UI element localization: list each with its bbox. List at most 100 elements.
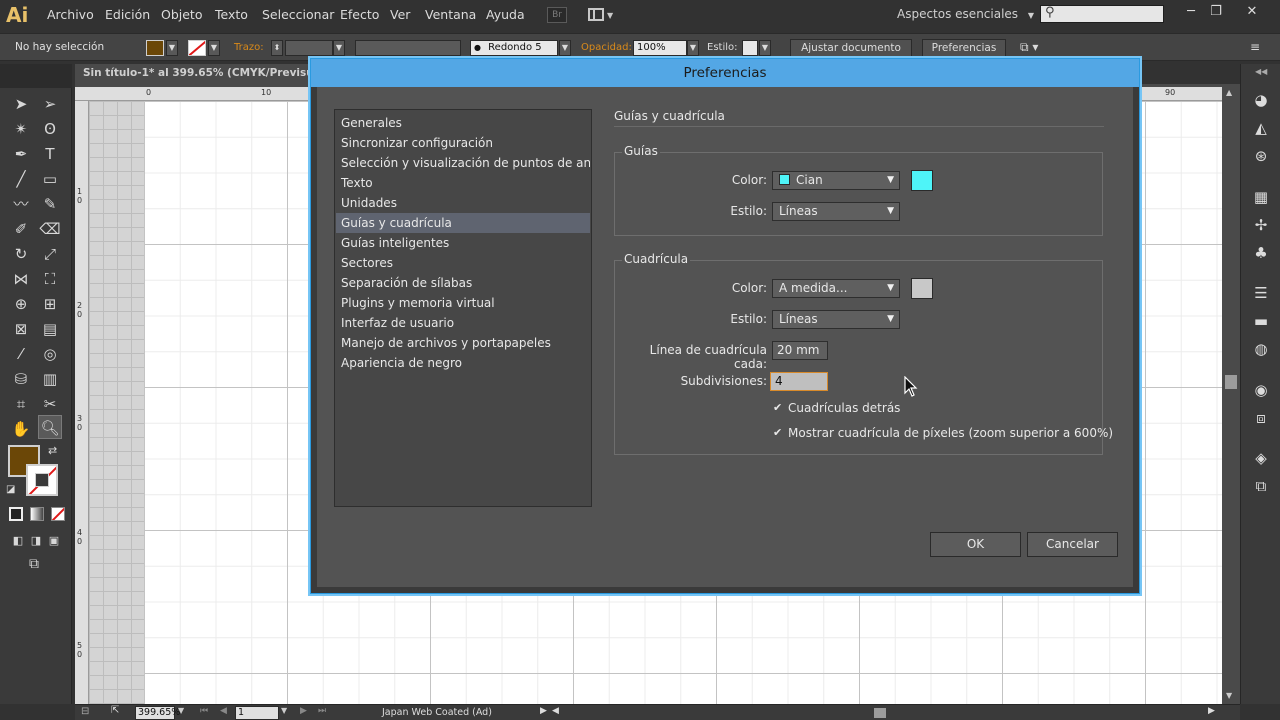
category-texto[interactable]: Texto: [336, 173, 590, 193]
graphic-style-swatch[interactable]: [742, 40, 758, 56]
swap-colors-icon[interactable]: ⇄: [48, 444, 57, 457]
rectangle-tool-icon[interactable]: ▭: [38, 167, 62, 191]
gradient-mode-icon[interactable]: [30, 507, 44, 521]
eraser-tool-icon[interactable]: ⌫: [38, 217, 62, 241]
menu-ayuda[interactable]: Ayuda: [486, 7, 525, 22]
appearance-icon[interactable]: ◉: [1251, 380, 1271, 400]
close-window-button[interactable]: ✕: [1241, 4, 1263, 20]
perspective-grid-tool-icon[interactable]: ⊞: [38, 292, 62, 316]
collapse-dock-icon[interactable]: ◀◀: [1255, 67, 1267, 76]
hand-tool-icon[interactable]: ✋: [9, 417, 33, 441]
grids-behind-label[interactable]: Cuadrículas detrás: [788, 401, 900, 415]
free-transform-tool-icon[interactable]: ⛶: [38, 267, 62, 291]
gradient-tool-icon[interactable]: ▤: [38, 317, 62, 341]
guides-color-select[interactable]: Cian ▼: [772, 171, 900, 190]
panel-menu-icon[interactable]: ≡: [1250, 40, 1260, 54]
menu-seleccionar[interactable]: Seleccionar: [262, 7, 334, 22]
blend-tool-icon[interactable]: ◎: [38, 342, 62, 366]
restore-button[interactable]: ❐: [1205, 4, 1227, 20]
default-colors-icon[interactable]: ◪: [6, 484, 15, 495]
dialog-titlebar[interactable]: Preferencias: [311, 59, 1139, 87]
artboard-number-input[interactable]: 1: [235, 706, 279, 720]
grid-style-select[interactable]: Líneas ▼: [772, 310, 900, 329]
category-generales[interactable]: Generales: [336, 113, 590, 133]
menu-ver[interactable]: Ver: [390, 7, 410, 22]
pixel-grid-label[interactable]: Mostrar cuadrícula de píxeles (zoom supe…: [788, 426, 1113, 440]
opacity-dropdown[interactable]: ▼: [687, 40, 699, 56]
first-artboard-icon[interactable]: ⏮: [200, 706, 208, 716]
zoom-input[interactable]: 399.65%: [135, 706, 180, 720]
align-icon[interactable]: ⧉ ▾: [1020, 40, 1038, 55]
subdivisions-input[interactable]: 4: [770, 372, 828, 391]
color-guide-icon[interactable]: ◕: [1251, 90, 1271, 110]
hscroll-right-icon[interactable]: ▶: [1208, 706, 1215, 716]
menu-objeto[interactable]: Objeto: [161, 7, 203, 22]
pasteboard[interactable]: [89, 101, 144, 704]
stroke-weight-dropdown[interactable]: ▼: [333, 40, 345, 56]
fill-dropdown[interactable]: ▼: [166, 40, 178, 56]
pencil-tool-icon[interactable]: ✎: [38, 192, 62, 216]
kuler-icon[interactable]: ⊛: [1251, 146, 1271, 166]
direct-selection-tool-icon[interactable]: ➢: [38, 92, 62, 116]
category-separacion[interactable]: Separación de sílabas: [336, 273, 590, 293]
bridge-button[interactable]: Br: [547, 7, 567, 23]
artboards-icon[interactable]: ⧉: [1251, 476, 1271, 496]
draw-inside-icon[interactable]: ▣: [42, 529, 66, 553]
selection-tool-icon[interactable]: ➤: [9, 92, 33, 116]
blob-brush-tool-icon[interactable]: ✐: [9, 217, 33, 241]
color-mode-icon[interactable]: [9, 507, 23, 521]
stroke-panel-icon[interactable]: ☰: [1251, 283, 1271, 303]
menu-archivo[interactable]: Archivo: [47, 7, 94, 22]
variable-width-select[interactable]: [355, 40, 461, 56]
help-search-input[interactable]: ⚲: [1040, 5, 1164, 23]
scale-tool-icon[interactable]: ⤢: [38, 242, 62, 266]
symbols-icon[interactable]: ♣: [1251, 243, 1271, 263]
category-archivos[interactable]: Manejo de archivos y portapapeles: [336, 333, 590, 353]
category-unidades[interactable]: Unidades: [336, 193, 590, 213]
cancel-button[interactable]: Cancelar: [1027, 532, 1118, 557]
layers-icon[interactable]: ◈: [1251, 448, 1271, 468]
category-negro[interactable]: Apariencia de negro: [336, 353, 590, 373]
transparency-icon[interactable]: ◍: [1251, 339, 1271, 359]
share-icon[interactable]: ⇱: [111, 705, 119, 716]
pixel-grid-checkbox[interactable]: ✔: [773, 427, 785, 439]
document-tab[interactable]: Sin título-1* al 399.65% (CMYK/Previsual…: [75, 64, 341, 84]
last-artboard-icon[interactable]: ⏭: [318, 706, 326, 716]
ok-button[interactable]: OK: [930, 532, 1021, 557]
rotate-tool-icon[interactable]: ↻: [9, 242, 33, 266]
fit-document-button[interactable]: Ajustar documento: [790, 39, 912, 57]
prev-artboard-icon[interactable]: ◀: [220, 706, 227, 716]
category-seleccion[interactable]: Selección y visualización de puntos de a…: [336, 153, 590, 173]
category-list[interactable]: Generales Sincronizar configuración Sele…: [334, 109, 592, 507]
width-tool-icon[interactable]: ⋈: [9, 267, 33, 291]
symbol-sprayer-tool-icon[interactable]: ⛁: [9, 367, 33, 391]
gradient-panel-icon[interactable]: ▬: [1251, 311, 1271, 331]
preferences-button[interactable]: Preferencias: [922, 39, 1006, 57]
category-guias-inteligentes[interactable]: Guías inteligentes: [336, 233, 590, 253]
brush-dropdown[interactable]: ▼: [559, 40, 571, 56]
scrollbar-thumb[interactable]: [1225, 375, 1237, 389]
scroll-up-icon[interactable]: ▲: [1226, 88, 1232, 97]
none-mode-icon[interactable]: [51, 507, 65, 521]
arrange-documents-icon[interactable]: ▼: [588, 7, 613, 23]
type-tool-icon[interactable]: T: [38, 142, 62, 166]
grids-behind-checkbox[interactable]: ✔: [773, 402, 785, 414]
color-panel-icon[interactable]: ◭: [1251, 118, 1271, 138]
scroll-down-icon[interactable]: ▼: [1226, 691, 1232, 700]
vertical-scrollbar[interactable]: ▲ ▼: [1222, 87, 1240, 704]
hscroll-thumb[interactable]: [874, 708, 886, 718]
paintbrush-tool-icon[interactable]: 〰: [9, 192, 33, 216]
artboard-tool-icon[interactable]: ⌗: [9, 392, 33, 416]
status-menu-icon[interactable]: ⊟: [81, 706, 89, 717]
stroke-swatch[interactable]: [188, 40, 206, 56]
menu-edicion[interactable]: Edición: [105, 7, 150, 22]
stroke-weight-input[interactable]: [285, 40, 333, 56]
stroke-color-box[interactable]: [26, 464, 58, 496]
next-artboard-icon[interactable]: ▶: [300, 706, 307, 716]
swatches-icon[interactable]: ▦: [1251, 187, 1271, 207]
vertical-ruler[interactable]: 1 0 2 0 3 0 4 0 5 0: [75, 101, 89, 704]
brush-select[interactable]: ● Redondo 5 pt.: [470, 40, 558, 67]
brushes-icon[interactable]: ✢: [1251, 215, 1271, 235]
guides-style-select[interactable]: Líneas ▼: [772, 202, 900, 221]
artboard-dropdown-icon[interactable]: ▼: [281, 706, 287, 715]
